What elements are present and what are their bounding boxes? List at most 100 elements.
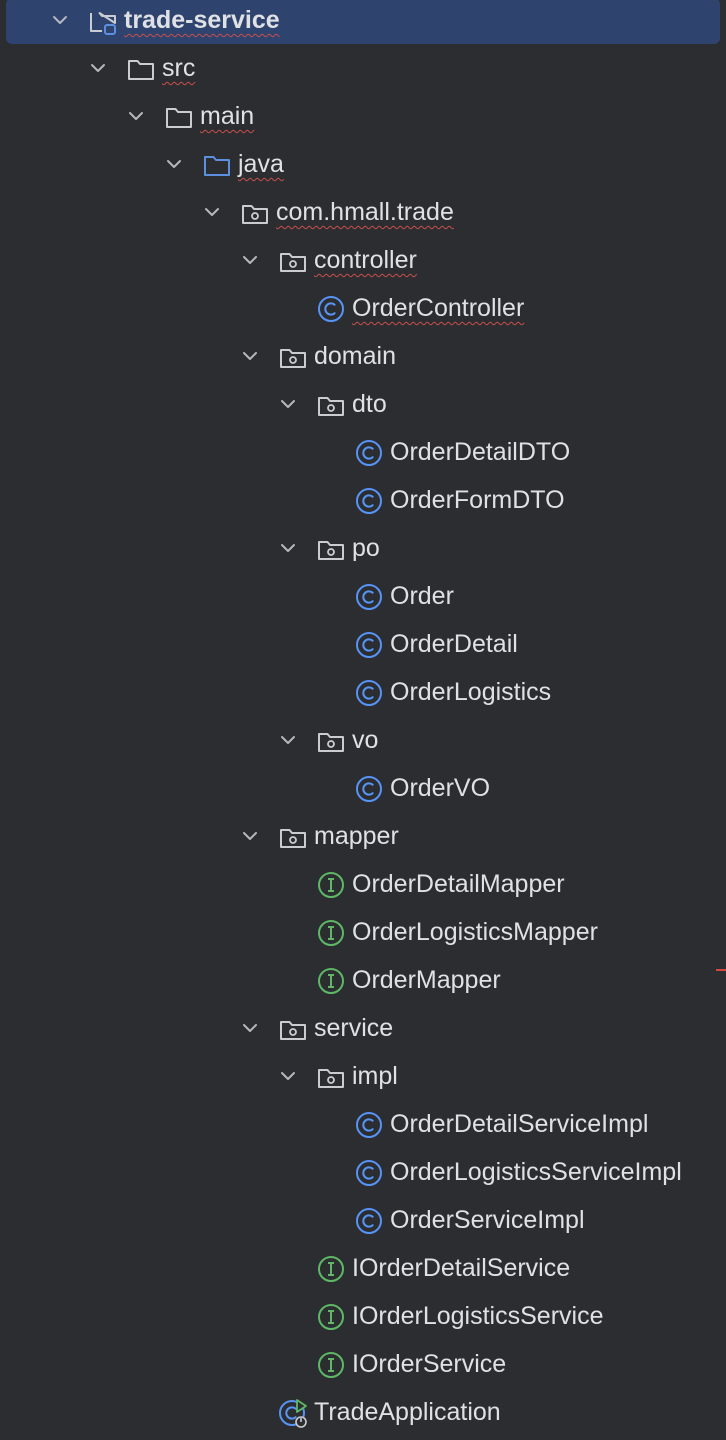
package-icon: [316, 534, 346, 564]
chevron-down-icon[interactable]: [238, 344, 262, 368]
chevron-down-icon[interactable]: [276, 536, 300, 560]
package-icon: [278, 1014, 308, 1044]
tree-row-po[interactable]: po: [0, 528, 726, 576]
class-icon: [354, 1110, 384, 1140]
interface-icon: [316, 918, 346, 948]
tree-row-orderdetaildto[interactable]: OrderDetailDTO: [0, 432, 726, 480]
tree-row-mapper[interactable]: mapper: [0, 816, 726, 864]
tree-row-vo[interactable]: vo: [0, 720, 726, 768]
tree-item-label: OrderDetailDTO: [390, 438, 571, 466]
interface-icon: [316, 870, 346, 900]
chevron-down-icon[interactable]: [48, 8, 72, 32]
interface-icon: [316, 1254, 346, 1284]
tree-row-ordercontroller[interactable]: OrderController: [0, 288, 726, 336]
tree-item-label: OrderDetail: [390, 630, 518, 658]
tree-item-label: OrderServiceImpl: [390, 1206, 585, 1234]
chevron-down-icon[interactable]: [86, 56, 110, 80]
tree-row-trade-service[interactable]: trade-service: [0, 0, 726, 48]
package-icon: [316, 726, 346, 756]
tree-item-label: controller: [314, 246, 417, 274]
tree-item-label: vo: [352, 726, 379, 754]
package-icon: [278, 822, 308, 852]
tree-row-orderlogistics[interactable]: OrderLogistics: [0, 672, 726, 720]
tree-item-label: po: [352, 534, 380, 562]
tree-item-label: OrderVO: [390, 774, 491, 802]
tree-row-tradeapplication[interactable]: TradeApplication: [0, 1392, 726, 1440]
tree-item-label: OrderLogisticsServiceImpl: [390, 1158, 682, 1186]
class-icon: [354, 678, 384, 708]
tree-item-label: OrderController: [352, 294, 525, 322]
tree-item-label: domain: [314, 342, 396, 370]
tree-row-service[interactable]: service: [0, 1008, 726, 1056]
tree-row-orderdetailmapper[interactable]: OrderDetailMapper: [0, 864, 726, 912]
class-icon: [354, 438, 384, 468]
tree-row-orderlogisticsserviceimpl[interactable]: OrderLogisticsServiceImpl: [0, 1152, 726, 1200]
tree-row-iorderlogisticsservice[interactable]: IOrderLogisticsService: [0, 1296, 726, 1344]
tree-item-label: OrderDetailMapper: [352, 870, 565, 898]
tree-item-label: Order: [390, 582, 454, 610]
tree-item-label: com.hmall.trade: [276, 198, 454, 226]
package-icon: [278, 342, 308, 372]
tree-row-orderdetail[interactable]: OrderDetail: [0, 624, 726, 672]
tree-row-orderformdto[interactable]: OrderFormDTO: [0, 480, 726, 528]
tree-item-label: OrderLogistics: [390, 678, 552, 706]
class-icon: [354, 774, 384, 804]
tree-row-orderdetailserviceimpl[interactable]: OrderDetailServiceImpl: [0, 1104, 726, 1152]
package-icon: [316, 1062, 346, 1092]
chevron-down-icon[interactable]: [124, 104, 148, 128]
spring-boot-class-icon: [278, 1398, 308, 1428]
tree-item-label: IOrderLogisticsService: [352, 1302, 604, 1330]
tree-item-label: src: [162, 54, 196, 82]
tree-item-label: trade-service: [124, 6, 280, 34]
chevron-down-icon[interactable]: [238, 1016, 262, 1040]
tree-row-dto[interactable]: dto: [0, 384, 726, 432]
chevron-down-icon[interactable]: [162, 152, 186, 176]
chevron-down-icon[interactable]: [276, 1064, 300, 1088]
tree-row-ordervo[interactable]: OrderVO: [0, 768, 726, 816]
interface-icon: [316, 1350, 346, 1380]
folder-icon: [126, 54, 156, 84]
source-folder-icon: [202, 150, 232, 180]
tree-row-orderlogisticsmapper[interactable]: OrderLogisticsMapper: [0, 912, 726, 960]
class-icon: [354, 486, 384, 516]
class-icon: [354, 630, 384, 660]
class-icon: [354, 1206, 384, 1236]
tree-item-label: dto: [352, 390, 387, 418]
folder-icon: [164, 102, 194, 132]
tree-item-label: mapper: [314, 822, 399, 850]
tree-row-main[interactable]: main: [0, 96, 726, 144]
tree-item-label: OrderFormDTO: [390, 486, 565, 514]
tree-item-label: IOrderDetailService: [352, 1254, 571, 1282]
module-folder-icon: [88, 6, 118, 36]
tree-item-label: impl: [352, 1062, 398, 1090]
package-icon: [240, 198, 270, 228]
tree-row-src[interactable]: src: [0, 48, 726, 96]
tree-item-label: TradeApplication: [314, 1398, 501, 1426]
error-stripe-marker: [716, 969, 726, 971]
chevron-down-icon[interactable]: [276, 728, 300, 752]
interface-icon: [316, 1302, 346, 1332]
tree-item-label: main: [200, 102, 255, 130]
tree-row-iorderservice[interactable]: IOrderService: [0, 1344, 726, 1392]
tree-row-ordermapper[interactable]: OrderMapper: [0, 960, 726, 1008]
tree-item-label: OrderDetailServiceImpl: [390, 1110, 649, 1138]
tree-row-domain[interactable]: domain: [0, 336, 726, 384]
tree-row-com-hmall-trade[interactable]: com.hmall.trade: [0, 192, 726, 240]
tree-row-orderserviceimpl[interactable]: OrderServiceImpl: [0, 1200, 726, 1248]
tree-item-label: java: [238, 150, 284, 178]
tree-item-label: IOrderService: [352, 1350, 507, 1378]
chevron-down-icon[interactable]: [238, 824, 262, 848]
tree-row-impl[interactable]: impl: [0, 1056, 726, 1104]
class-icon: [354, 1158, 384, 1188]
package-icon: [278, 246, 308, 276]
chevron-down-icon[interactable]: [276, 392, 300, 416]
chevron-down-icon[interactable]: [238, 248, 262, 272]
class-icon: [316, 294, 346, 324]
tree-row-iorderdetailservice[interactable]: IOrderDetailService: [0, 1248, 726, 1296]
tree-row-controller[interactable]: controller: [0, 240, 726, 288]
tree-row-order[interactable]: Order: [0, 576, 726, 624]
tree-row-java[interactable]: java: [0, 144, 726, 192]
chevron-down-icon[interactable]: [200, 200, 224, 224]
tree-item-label: service: [314, 1014, 394, 1042]
class-icon: [354, 582, 384, 612]
